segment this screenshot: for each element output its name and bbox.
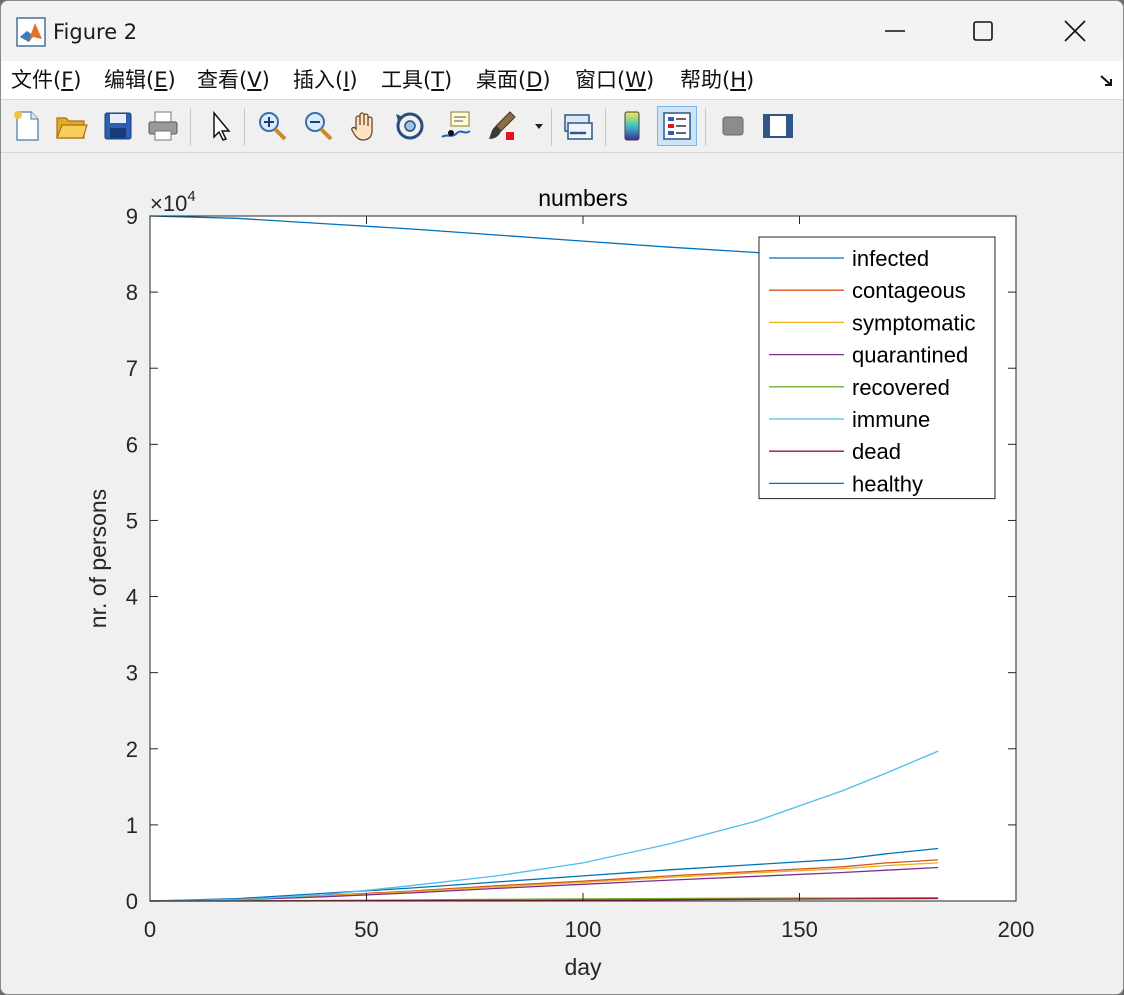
save-button[interactable] — [98, 106, 138, 146]
link-plot-icon — [564, 114, 593, 140]
y-tick-label: 1 — [126, 813, 138, 838]
chart-title: numbers — [538, 185, 627, 211]
chevron-down-icon — [535, 124, 543, 129]
toolbar-separator — [244, 108, 245, 146]
matlab-logo-icon — [16, 17, 46, 47]
y-tick-label: 6 — [126, 432, 138, 457]
close-button[interactable] — [1029, 1, 1121, 61]
print-button[interactable] — [143, 106, 183, 146]
edit-plot-button[interactable] — [200, 106, 240, 146]
pan-hand-icon — [351, 112, 373, 141]
zoom-in-button[interactable] — [252, 106, 292, 146]
hide-plot-tools-button[interactable] — [713, 106, 753, 146]
print-icon — [148, 111, 178, 141]
minimize-button[interactable] — [849, 1, 941, 61]
legend[interactable]: infected contageous symptomatic quarantined… — [758, 236, 996, 500]
toolbar-separator — [551, 108, 552, 146]
insert-legend-button[interactable] — [657, 106, 697, 146]
x-axis-label: day — [564, 954, 602, 980]
y-tick-label: 8 — [126, 280, 138, 305]
menu-edit[interactable]: 编辑(E) — [104, 65, 176, 95]
legend-label-symptomatic: symptomatic — [852, 310, 975, 335]
title-bar: Figure 2 — [1, 1, 1123, 61]
y-tick-label: 5 — [126, 508, 138, 533]
new-figure-icon — [14, 111, 39, 141]
pan-button[interactable] — [344, 106, 384, 146]
menu-tools[interactable]: 工具(T) — [381, 65, 452, 95]
rotate-3d-icon — [396, 112, 424, 140]
x-tick-label: 100 — [565, 917, 602, 942]
y-tick-label: 9 — [126, 204, 138, 229]
figure-window: Figure 2 文件(F) 编辑(E) 查看(V) 插入(I) 工具(T) 桌… — [0, 0, 1124, 995]
zoom-out-button[interactable] — [298, 106, 338, 146]
link-plot-button[interactable] — [558, 106, 598, 146]
window-title: Figure 2 — [53, 20, 138, 44]
show-plot-tools-icon — [763, 114, 793, 138]
x-tick-label: 200 — [998, 917, 1035, 942]
y-axis-exponent: ×104 — [150, 188, 196, 216]
brush-button[interactable] — [483, 106, 523, 146]
colorbar-icon — [624, 111, 640, 141]
data-cursor-icon — [441, 111, 471, 138]
legend-label-quarantined: quarantined — [852, 343, 968, 368]
insert-colorbar-button[interactable] — [612, 106, 652, 146]
toolbar-separator — [190, 108, 191, 146]
brush-dropdown-button[interactable] — [532, 118, 546, 134]
show-plot-tools-button[interactable] — [758, 106, 798, 146]
menu-bar: 文件(F) 编辑(E) 查看(V) 插入(I) 工具(T) 桌面(D) 窗口(W… — [1, 61, 1123, 100]
figure-toolbar — [1, 100, 1123, 153]
zoom-in-icon — [259, 112, 287, 141]
minimize-icon — [885, 30, 905, 32]
new-figure-button[interactable] — [7, 106, 47, 146]
y-tick-label: 3 — [126, 661, 138, 686]
y-tick-label: 4 — [126, 585, 138, 610]
legend-label-contageous: contageous — [852, 278, 966, 303]
brush-icon — [489, 111, 516, 140]
zoom-out-icon — [305, 112, 333, 141]
line-chart[interactable]: 0 50 100 150 200 0 1 2 3 4 5 6 7 8 9 numbers day nr. o… — [1, 153, 1123, 994]
menu-file[interactable]: 文件(F) — [11, 65, 82, 95]
y-axis-label: nr. of persons — [85, 489, 111, 628]
legend-label-dead: dead — [852, 439, 901, 464]
menu-window[interactable]: 窗口(W) — [575, 65, 654, 95]
rotate-3d-button[interactable] — [390, 106, 430, 146]
figure-canvas: 0 50 100 150 200 0 1 2 3 4 5 6 7 8 9 numbers day nr. o… — [1, 153, 1123, 994]
menu-desktop[interactable]: 桌面(D) — [476, 65, 551, 95]
close-icon — [1064, 20, 1086, 42]
hide-plot-tools-icon — [722, 116, 744, 136]
legend-icon — [663, 112, 691, 140]
toolbar-separator — [605, 108, 606, 146]
save-icon — [104, 112, 132, 140]
menu-help[interactable]: 帮助(H) — [680, 65, 754, 95]
pointer-icon — [213, 110, 231, 141]
y-tick-label: 0 — [126, 889, 138, 914]
toolbar-separator — [705, 108, 706, 146]
data-cursor-button[interactable] — [436, 106, 476, 146]
maximize-icon — [973, 21, 993, 41]
y-tick-label: 2 — [126, 737, 138, 762]
legend-label-recovered: recovered — [852, 375, 950, 400]
menu-view[interactable]: 查看(V) — [197, 65, 270, 95]
legend-label-immune: immune — [852, 407, 930, 432]
y-tick-label: 7 — [126, 356, 138, 381]
legend-label-healthy: healthy — [852, 471, 923, 496]
x-tick-label: 50 — [354, 917, 378, 942]
legend-label-infected: infected — [852, 246, 929, 271]
maximize-button[interactable] — [937, 1, 1029, 61]
open-file-button[interactable] — [51, 106, 91, 146]
x-tick-label: 0 — [144, 917, 156, 942]
dock-arrow-icon[interactable] — [1099, 73, 1115, 89]
x-tick-label: 150 — [781, 917, 818, 942]
open-file-icon — [56, 117, 88, 139]
menu-insert[interactable]: 插入(I) — [293, 65, 358, 95]
